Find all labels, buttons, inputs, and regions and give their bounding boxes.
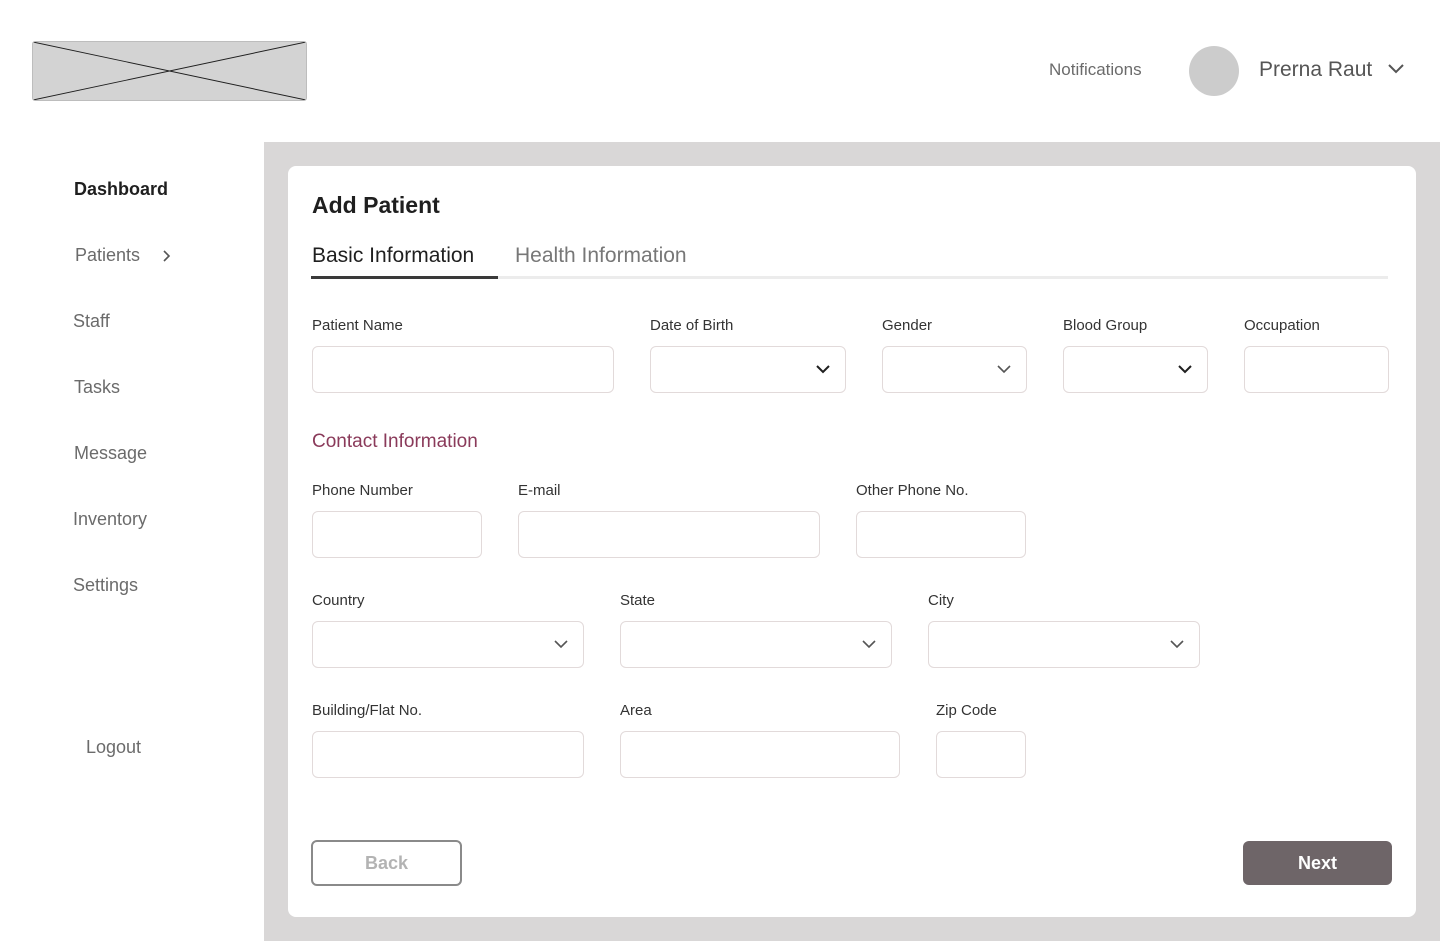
phone-number-input[interactable] [312,511,482,558]
phone-number-label: Phone Number [312,482,413,499]
email-label: E-mail [518,482,561,499]
chevron-down-icon [997,365,1011,374]
sidebar-item-dashboard[interactable]: Dashboard [74,179,168,200]
chevron-down-icon [1170,640,1184,649]
date-of-birth-select[interactable] [650,346,846,393]
avatar[interactable] [1189,46,1239,96]
user-name[interactable]: Prerna Raut [1259,58,1372,82]
occupation-input[interactable] [1244,346,1389,393]
area-input[interactable] [620,731,900,778]
logo-placeholder-icon[interactable] [32,41,307,101]
main-content: Add Patient Basic Information Health Inf… [264,142,1440,941]
chevron-down-icon [554,640,568,649]
building-input[interactable] [312,731,584,778]
chevron-down-icon [1178,365,1192,374]
country-select[interactable] [312,621,584,668]
city-select[interactable] [928,621,1200,668]
country-label: Country [312,592,365,609]
top-header: Notifications Prerna Raut [0,0,1440,142]
contact-section-title: Contact Information [312,431,478,452]
notifications-link[interactable]: Notifications [1049,60,1142,80]
gender-label: Gender [882,317,933,334]
chevron-down-icon [816,365,830,374]
blood-group-select[interactable] [1063,346,1208,393]
other-phone-label: Other Phone No. [856,482,969,499]
next-button[interactable]: Next [1243,841,1392,885]
tab-health-information[interactable]: Health Information [515,244,687,268]
state-label: State [620,592,656,609]
city-label: City [928,592,954,609]
sidebar-item-settings[interactable]: Settings [73,575,138,596]
chevron-right-icon[interactable] [161,249,171,263]
sidebar-item-inventory[interactable]: Inventory [73,509,147,530]
chevron-down-icon [862,640,876,649]
sidebar: Dashboard Patients Staff Tasks Message I… [0,142,264,941]
building-label: Building/Flat No. [312,702,423,719]
state-select[interactable] [620,621,892,668]
active-tab-indicator [311,276,498,279]
chevron-down-icon[interactable] [1386,62,1406,76]
add-patient-card: Add Patient Basic Information Health Inf… [288,166,1416,917]
blood-group-label: Blood Group [1063,317,1148,334]
area-label: Area [620,702,652,719]
back-button[interactable]: Back [311,840,462,886]
email-input[interactable] [518,511,820,558]
gender-select[interactable] [882,346,1027,393]
patient-name-label: Patient Name [312,317,403,334]
zip-code-input[interactable] [936,731,1026,778]
zip-code-label: Zip Code [936,702,997,719]
sidebar-item-message[interactable]: Message [74,443,147,464]
date-of-birth-label: Date of Birth [650,317,734,334]
patient-name-input[interactable] [312,346,614,393]
tab-basic-information[interactable]: Basic Information [312,244,474,268]
logout-link[interactable]: Logout [86,737,141,758]
sidebar-item-patients[interactable]: Patients [75,245,140,266]
other-phone-input[interactable] [856,511,1026,558]
sidebar-item-staff[interactable]: Staff [73,311,110,332]
sidebar-item-tasks[interactable]: Tasks [74,377,120,398]
occupation-label: Occupation [1244,317,1320,334]
page-title: Add Patient [312,192,440,218]
